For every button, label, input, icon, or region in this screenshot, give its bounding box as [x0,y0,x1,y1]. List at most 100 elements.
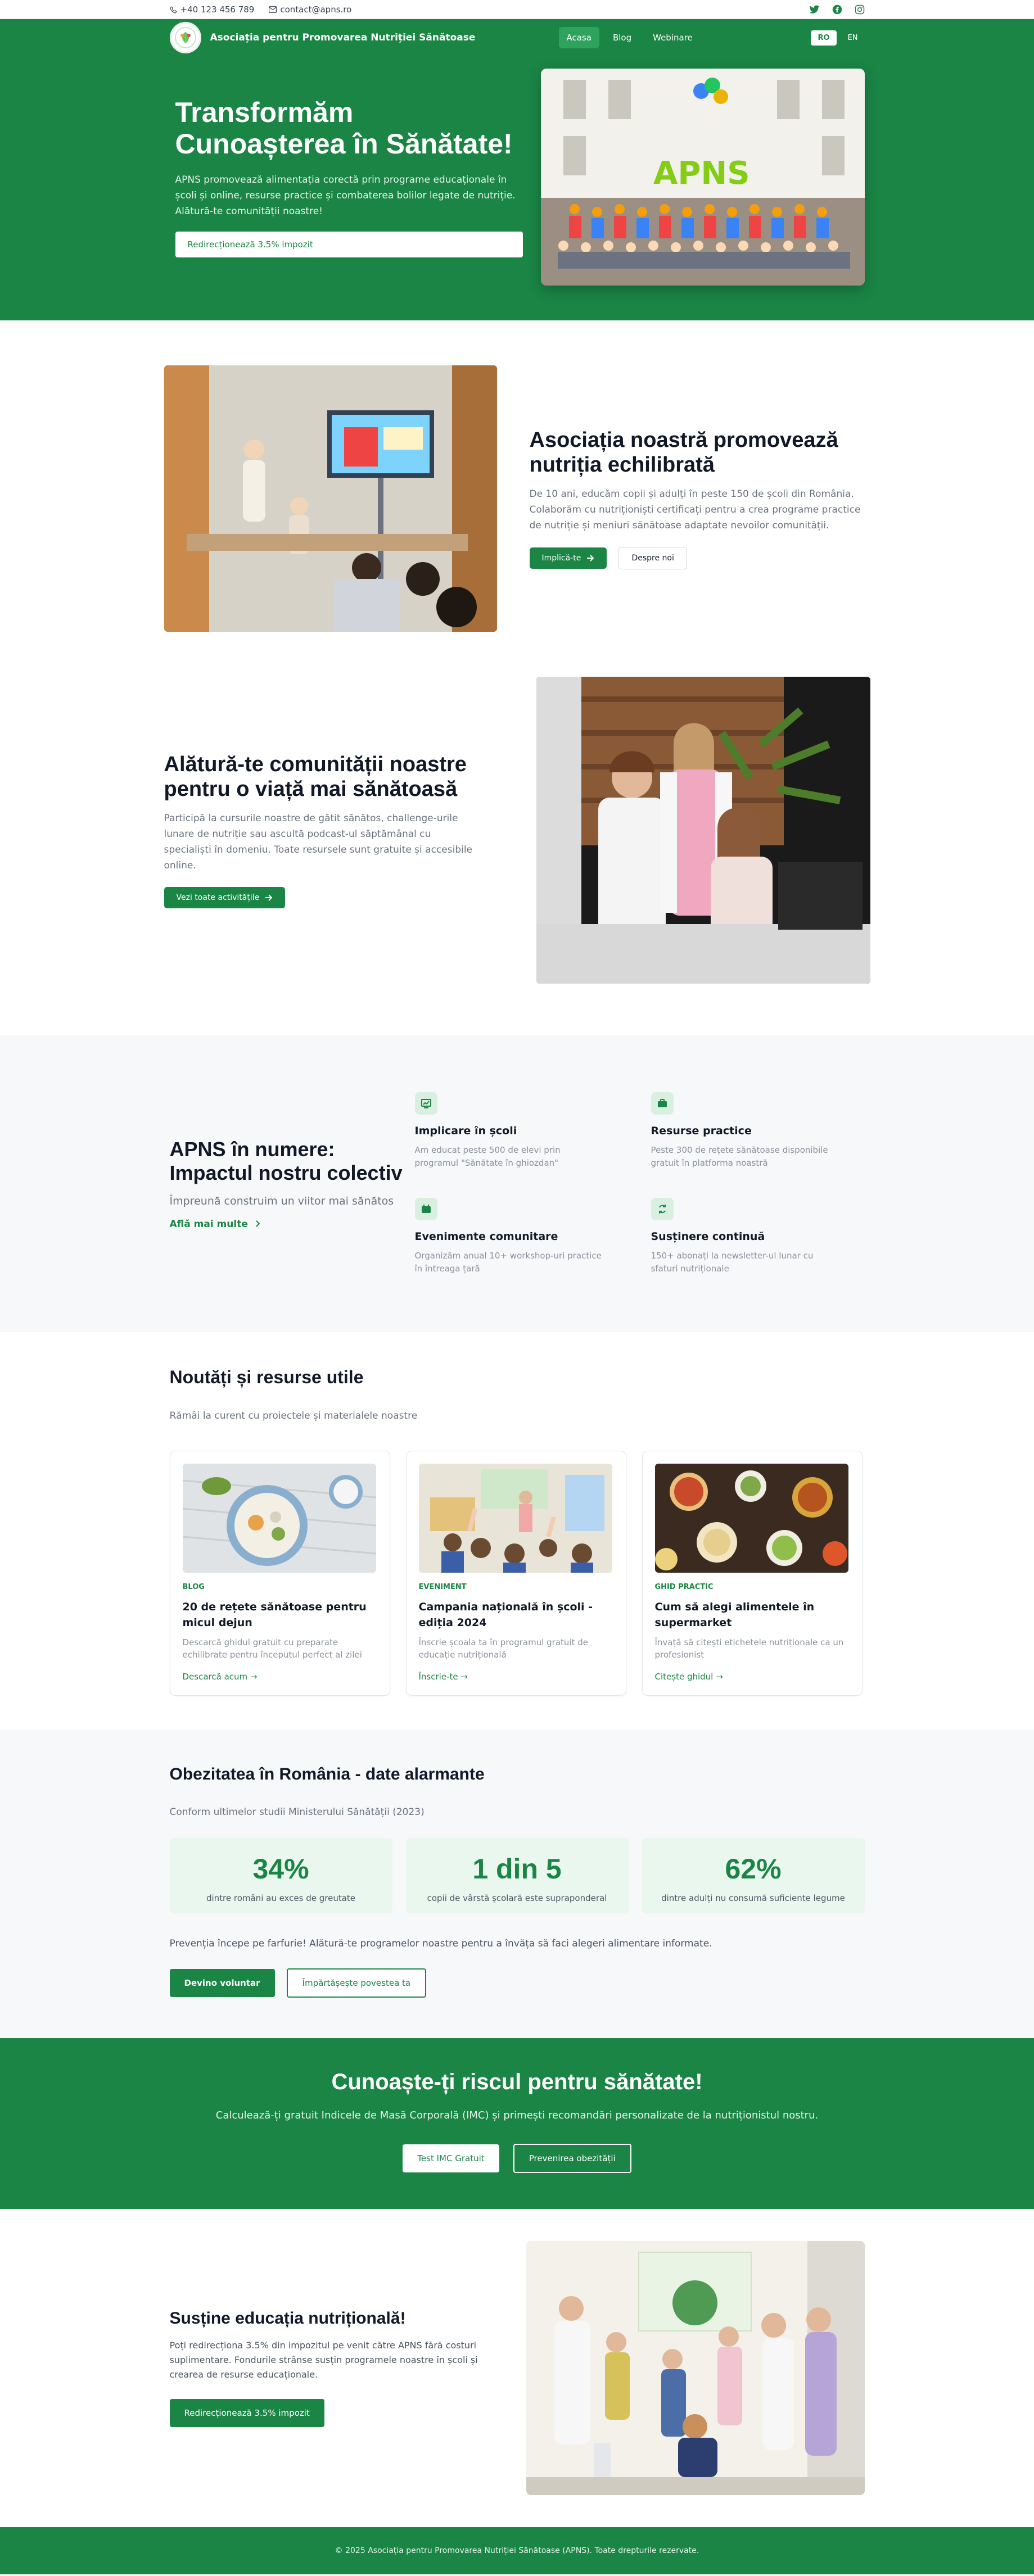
see-activities-button[interactable]: Vezi toate activitățile [164,887,286,908]
news-card[interactable]: EVENIMENT Campania națională în școli - … [405,1451,626,1696]
numbers-subtitle: Împreună construim un viitor mai sănătos [169,1195,394,1207]
number-item-text: Am educat peste 500 de elevi prin progra… [414,1145,561,1168]
support-redirect-button[interactable]: Redirecționează 3.5% impozit [169,2399,324,2427]
support-text-block: Susține educația nutrițională! Poți redi… [169,2309,507,2427]
sign-up-link[interactable]: Înscrie-te → [419,1672,468,1682]
news-section: Noutăți și resurse utile Rămâi la curent… [0,1332,1034,1730]
briefcase-icon [651,1092,674,1115]
hero-text: APNS promovează alimentația corectă prin… [175,174,516,217]
card-text: Înscrie școala ta în programul gratuit d… [418,1637,588,1660]
support-section: Susține educația nutrițională! Poți redi… [0,2209,1034,2527]
card-tag: GHID PRACTIC [654,1583,714,1591]
nav-link-blog[interactable]: Blog [605,27,639,48]
stat-value: 34% [252,1853,309,1885]
calendar-icon [414,1198,437,1220]
obesity-prevention-button[interactable]: Prevenirea obezității [513,2144,631,2173]
hero-section: Asociația pentru Promovarea Nutriției Să… [0,19,1034,320]
news-card[interactable]: GHID PRACTIC Cum să alegi alimentele în … [642,1451,863,1696]
about-us-button[interactable]: Despre noi [618,547,687,569]
news-subtitle: Rămâi la curent cu proiectele și materia… [169,1410,418,1421]
contact-info: +40 123 456 789 contact@apns.ro [170,4,351,15]
number-item-title: Susținere continuă [651,1230,765,1243]
twitter-icon[interactable] [809,4,820,15]
nav-link-webinare[interactable]: Webinare [645,27,701,48]
number-item-text: Organizăm anual 10+ workshop-uri practic… [414,1251,602,1274]
redirect-tax-button[interactable]: Redirecționează 3.5% impozit [175,232,523,257]
obesity-section: Obezitatea în România - date alarmante C… [0,1730,1034,2038]
numbers-intro: APNS în numere: Impactul nostru colectiv… [170,1138,415,1230]
lang-ro[interactable]: RO [811,30,837,46]
email-address: contact@apns.ro [280,4,352,15]
social-links [809,4,865,15]
copyright-text: © 2025 Asociația pentru Promovarea Nutri… [335,2546,699,2555]
stat-card: 34% dintre români au exces de greutate [169,1838,392,1913]
breakfast-photo [182,1464,376,1573]
nav-link-acasa[interactable]: Acasa [558,27,599,48]
risk-banner: Cunoaște-ți riscul pentru sănătate! Calc… [0,2038,1034,2209]
get-involved-button[interactable]: Implică-te [529,547,607,569]
phone-icon [170,6,177,13]
instagram-icon[interactable] [855,4,865,15]
stat-label: copii de vârstă școlară este supraponder… [427,1893,607,1903]
get-involved-label: Implică-te [541,554,581,563]
share-story-button[interactable]: Împărtășește povestea ta [286,1968,427,1998]
support-text: Poți redirecționa 3.5% din impozitul pe … [169,2340,478,2380]
risk-text: Calculează-ți gratuit Indicele de Masă C… [215,2109,819,2121]
email-contact[interactable]: contact@apns.ro [269,4,351,15]
learn-more-label: Află mai multe [169,1219,248,1230]
bmi-test-button[interactable]: Test IMC Gratuit [403,2144,499,2172]
hero-title: Transformăm Cunoașterea în Sănătate! [175,97,513,160]
obesity-title: Obezitatea în România - date alarmante [169,1765,485,1783]
number-item-title: Implicare în școli [414,1125,517,1137]
obesity-cta-text: Prevenția începe pe farfurie! Alătură-te… [169,1938,712,1949]
feature-community: Alătură-te comunității noastre pentru o … [164,677,870,984]
number-item-events: Evenimente comunitare Organizăm anual 10… [414,1198,651,1275]
nav-menu: Acasa Blog Webinare [558,27,701,48]
arrow-right-icon [586,555,594,562]
main-nav: Asociația pentru Promovarea Nutriției Să… [0,19,1034,56]
lang-en[interactable]: EN [841,30,865,46]
card-title: 20 de rețete sănătoase pentru micul deju… [182,1601,367,1629]
footer: © 2025 Asociația pentru Promovarea Nutri… [0,2527,1034,2574]
classroom-children-photo [418,1464,612,1573]
stat-label: dintre români au exces de greutate [206,1893,356,1903]
download-now-link[interactable]: Descarcă acum → [183,1672,258,1682]
stat-card: 62% dintre adulți nu consumă suficiente … [642,1838,865,1913]
top-bar: +40 123 456 789 contact@apns.ro [0,0,1034,19]
language-switcher: RO EN [811,30,864,46]
read-guide-link[interactable]: Citește ghidul → [655,1672,723,1682]
card-title: Cum să alegi alimentele în supermarket [654,1601,815,1629]
support-group-photo [526,2241,865,2495]
number-item-text: Peste 300 de rețete sănătoase disponibil… [651,1145,828,1168]
news-card[interactable]: BLOG 20 de rețete sănătoase pentru micul… [169,1451,390,1696]
facebook-icon[interactable] [832,4,842,15]
feature-nutrition-desc: De 10 ani, educăm copii și adulți în pes… [529,488,861,531]
number-item-title: Evenimente comunitare [414,1230,558,1243]
see-activities-label: Vezi toate activitățile [176,893,260,902]
brand-name[interactable]: Asociația pentru Promovarea Nutriției Să… [210,32,491,43]
arrow-right-icon [265,894,273,901]
stat-value: 1 din 5 [472,1853,562,1885]
number-item-text: 150+ abonați la newsletter-ul lunar cu s… [651,1251,814,1274]
phone-number: +40 123 456 789 [180,4,255,15]
mail-icon [269,6,277,13]
hero-photo-children: APNS [540,69,865,286]
classroom-photo [164,365,497,632]
volunteer-button[interactable]: Devino voluntar [169,1969,275,1997]
chevron-right-icon [256,1220,260,1227]
chart-icon [414,1092,437,1115]
numbers-grid: Implicare în școli Am educat peste 500 d… [414,1092,865,1275]
number-item-schools: Implicare în școli Am educat peste 500 d… [414,1092,651,1170]
feature-community-desc: Participă la cursurile noastre de gătit … [164,813,473,871]
feature-nutrition-text: Asociația noastră promovează nutriția ec… [529,428,865,569]
stat-card: 1 din 5 copii de vârstă școlară este sup… [405,1838,629,1913]
hero-content: Transformăm Cunoașterea în Sănătate! APN… [170,97,523,257]
feature-nutrition: Asociația noastră promovează nutriția ec… [164,365,865,632]
phone-contact[interactable]: +40 123 456 789 [170,4,255,15]
learn-more-link[interactable]: Află mai multe [170,1219,260,1230]
team-photo [536,677,870,984]
apns-logo[interactable] [169,22,201,53]
news-title: Noutăți și resurse utile [169,1367,364,1387]
photo-sign-apns: APNS [653,155,750,192]
obesity-stats: 34% dintre români au exces de greutate 1… [169,1838,865,1913]
